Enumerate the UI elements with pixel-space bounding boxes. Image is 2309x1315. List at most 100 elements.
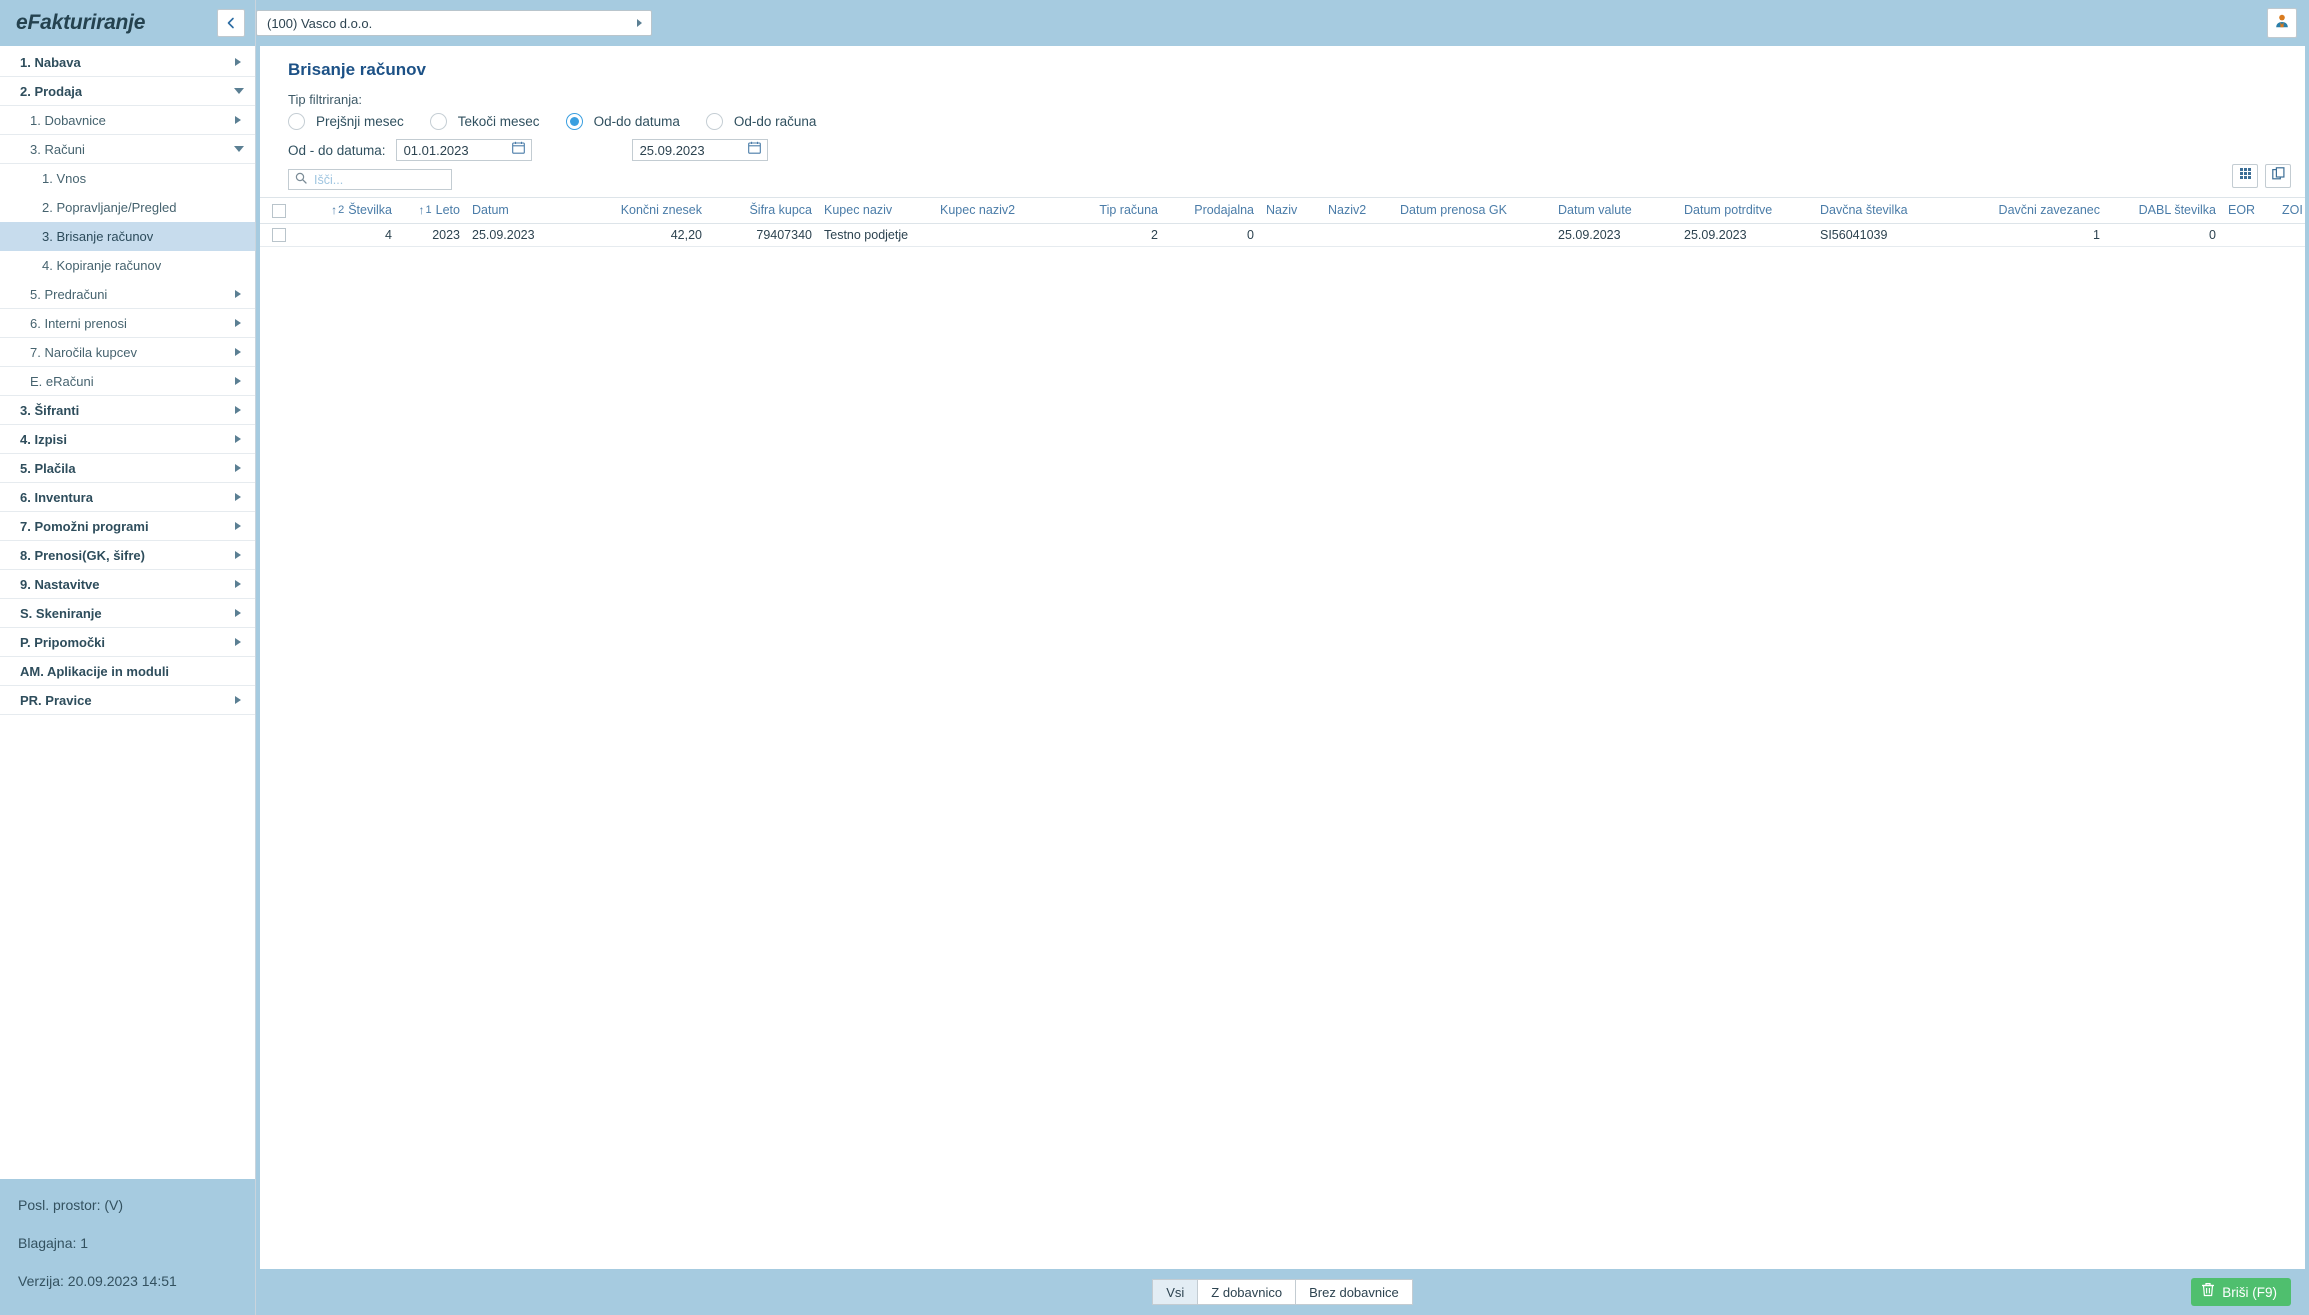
search-input[interactable]: Išči... <box>288 169 452 190</box>
cell-kupec: Testno podjetje <box>818 223 934 248</box>
calendar-icon[interactable] <box>511 141 525 159</box>
column-header-naziv2[interactable]: Naziv2 <box>1322 198 1394 224</box>
cell-tiprac: 2 <box>1060 223 1164 248</box>
column-header-dpotrd[interactable]: Datum potrditve <box>1678 198 1814 224</box>
column-header-kupec2[interactable]: Kupec naziv2 <box>934 198 1060 224</box>
radio-teko-i-mesec[interactable]: Tekoči mesec <box>429 113 540 130</box>
date-range-label: Od - do datuma: <box>288 142 386 158</box>
sidebar-item-5-predra-uni[interactable]: 5. Predračuni <box>0 280 255 309</box>
company-selector[interactable]: (100) Vasco d.o.o. <box>256 10 652 36</box>
column-header-dvalute[interactable]: Datum valute <box>1552 198 1678 224</box>
column-header-davzav[interactable]: Davčni zavezanec <box>1954 198 2106 224</box>
column-header-davcna[interactable]: Davčna številka <box>1814 198 1954 224</box>
sidebar-item-label: 4. Kopiranje računov <box>42 258 162 273</box>
column-header-stevilka[interactable]: ↑ 2 Številka <box>298 198 398 224</box>
copy-button[interactable] <box>2265 164 2291 188</box>
sidebar-item-9-nastavitve[interactable]: 9. Nastavitve <box>0 570 255 599</box>
date-to-input[interactable]: 25.09.2023 <box>631 139 768 161</box>
sidebar-item-e-era-uni[interactable]: E. eRačuni <box>0 367 255 396</box>
sidebar-item-am-aplikacije-in-moduli[interactable]: AM. Aplikacije in moduli <box>0 657 255 686</box>
calendar-icon[interactable] <box>747 141 761 159</box>
sidebar-item-label: 7. Naročila kupcev <box>30 344 137 360</box>
radio-prej-nji-mesec[interactable]: Prejšnji mesec <box>288 113 404 130</box>
cell-check <box>260 223 298 248</box>
sidebar-item-label: PR. Pravice <box>20 692 92 708</box>
radio-button-icon[interactable] <box>565 113 583 130</box>
radio-label: Od-do računa <box>733 114 817 129</box>
column-header-dpgk[interactable]: Datum prenosa GK <box>1394 198 1552 224</box>
sidebar-item-1-dobavnice[interactable]: 1. Dobavnice <box>0 106 255 135</box>
column-header-znesek[interactable]: Končni znesek <box>578 198 708 224</box>
radio-button-icon[interactable] <box>288 113 305 130</box>
sidebar-item-1-nabava[interactable]: 1. Nabava <box>0 48 255 77</box>
column-header-datum[interactable]: Datum <box>466 198 578 224</box>
chevron-left-icon <box>225 17 237 29</box>
sidebar-item-2-prodaja[interactable]: 2. Prodaja <box>0 77 255 106</box>
column-header-label: Kupec naziv2 <box>940 203 1016 218</box>
chevron-right-icon <box>235 290 241 298</box>
chevron-right-icon <box>235 58 241 66</box>
column-header-eor[interactable]: EOR <box>2222 198 2276 224</box>
radio-od-do-ra-una[interactable]: Od-do računa <box>705 113 817 130</box>
column-header-dabl[interactable]: DABL številka <box>2106 198 2222 224</box>
cell-value: 25.09.2023 <box>1684 228 1747 243</box>
radio-button-icon[interactable] <box>705 113 723 130</box>
delete-button[interactable]: Briši (F9) <box>2191 1278 2291 1306</box>
sidebar-item-2-popravljanje-pregled[interactable]: 2. Popravljanje/Pregled <box>0 193 255 222</box>
sidebar-item-1-vnos[interactable]: 1. Vnos <box>0 164 255 193</box>
table-row[interactable]: 4 2023 25.09.2023 42,20 79407340 Testno podje… <box>260 223 2305 248</box>
column-header-zoi[interactable]: ZOI <box>2276 198 2305 224</box>
sidebar-item-5-pla-ila[interactable]: 5. Plačila <box>0 454 255 483</box>
sidebar-item-6-inventura[interactable]: 6. Inventura <box>0 483 255 512</box>
sidebar-item-3-brisanje-ra-unov[interactable]: 3. Brisanje računov <box>0 222 255 251</box>
app-brand-title: eFakturiranje <box>16 11 146 34</box>
sidebar-item-7-pomo-ni-programi[interactable]: 7. Pomožni programi <box>0 512 255 541</box>
sidebar-item-label: E. eRačuni <box>30 373 94 389</box>
radio-od-do-datuma[interactable]: Od-do datuma <box>565 113 680 130</box>
radio-button-icon[interactable] <box>429 113 447 130</box>
column-header-label: Naziv2 <box>1328 203 1367 218</box>
column-header-prodaj[interactable]: Prodajalna <box>1164 198 1260 224</box>
column-header-naziv[interactable]: Naziv <box>1260 198 1322 224</box>
cell-value: 2023 <box>432 228 460 243</box>
sidebar-item-8-prenosi-gk-ifre[interactable]: 8. Prenosi(GK, šifre) <box>0 541 255 570</box>
sidebar-item-7-naro-ila-kupcev[interactable]: 7. Naročila kupcev <box>0 338 255 367</box>
user-account-button[interactable] <box>2267 8 2297 38</box>
column-header-leto[interactable]: ↑ 1 Leto <box>398 198 466 224</box>
cell-leto: 2023 <box>398 223 466 248</box>
filter-area: Tip filtriranja: Prejšnji mesec Tekoči me… <box>260 92 2305 197</box>
segment-brez-dobavnice[interactable]: Brez dobavnice <box>1295 1279 1413 1305</box>
date-from-input[interactable]: 01.01.2023 <box>395 139 532 161</box>
sidebar-item-3-ra-uni[interactable]: 3. Računi <box>0 135 255 164</box>
cell-value: SI56041039 <box>1820 228 1888 243</box>
column-header-label: Datum valute <box>1558 203 1632 218</box>
select-all-checkbox[interactable] <box>272 203 286 218</box>
table-head: ↑ 2 Številka ↑ 1 Leto Datum Končni znesek Šifra … <box>260 198 2305 224</box>
row-select-checkbox[interactable] <box>272 228 286 243</box>
filter-type-radio-group: Prejšnji mesec Tekoči mesec Od-do datuma Od… <box>288 113 2305 130</box>
segment-z-dobavnico[interactable]: Z dobavnico <box>1197 1279 1296 1305</box>
segment-vsi[interactable]: Vsi <box>1152 1279 1198 1305</box>
column-header-tiprac[interactable]: Tip računa <box>1060 198 1164 224</box>
column-header-label: Davčna številka <box>1820 203 1908 218</box>
radio-label: Prejšnji mesec <box>316 114 404 129</box>
sidebar-item-s-skeniranje[interactable]: S. Skeniranje <box>0 599 255 628</box>
sidebar-item-pr-pravice[interactable]: PR. Pravice <box>0 686 255 715</box>
cell-value: 1 <box>2093 228 2100 243</box>
sidebar-item-3-ifranti[interactable]: 3. Šifranti <box>0 396 255 425</box>
sidebar-item-p-pripomo-ki[interactable]: P. Pripomočki <box>0 628 255 657</box>
column-header-kupec[interactable]: Kupec naziv <box>818 198 934 224</box>
column-header-sifra[interactable]: Šifra kupca <box>708 198 818 224</box>
sidebar-item-4-kopiranje-ra-unov[interactable]: 4. Kopiranje računov <box>0 251 255 280</box>
date-range-row: Od - do datuma: 01.01.2023 25.09.2023 <box>288 139 2305 161</box>
sidebar-brand-bar: eFakturiranje <box>0 0 255 46</box>
column-header-check[interactable] <box>260 198 298 224</box>
records-table-container[interactable]: ↑ 2 Številka ↑ 1 Leto Datum Končni znesek Šifra … <box>260 197 2305 1269</box>
sidebar-item-4-izpisi[interactable]: 4. Izpisi <box>0 425 255 454</box>
sidebar-collapse-button[interactable] <box>217 9 245 37</box>
sidebar-item-6-interni-prenosi[interactable]: 6. Interni prenosi <box>0 309 255 338</box>
grid-columns-button[interactable] <box>2232 164 2258 188</box>
chevron-down-icon <box>234 88 244 94</box>
search-input-placeholder: Išči... <box>314 172 344 187</box>
sort-indicator-icon: ↑ 1 <box>418 203 432 218</box>
